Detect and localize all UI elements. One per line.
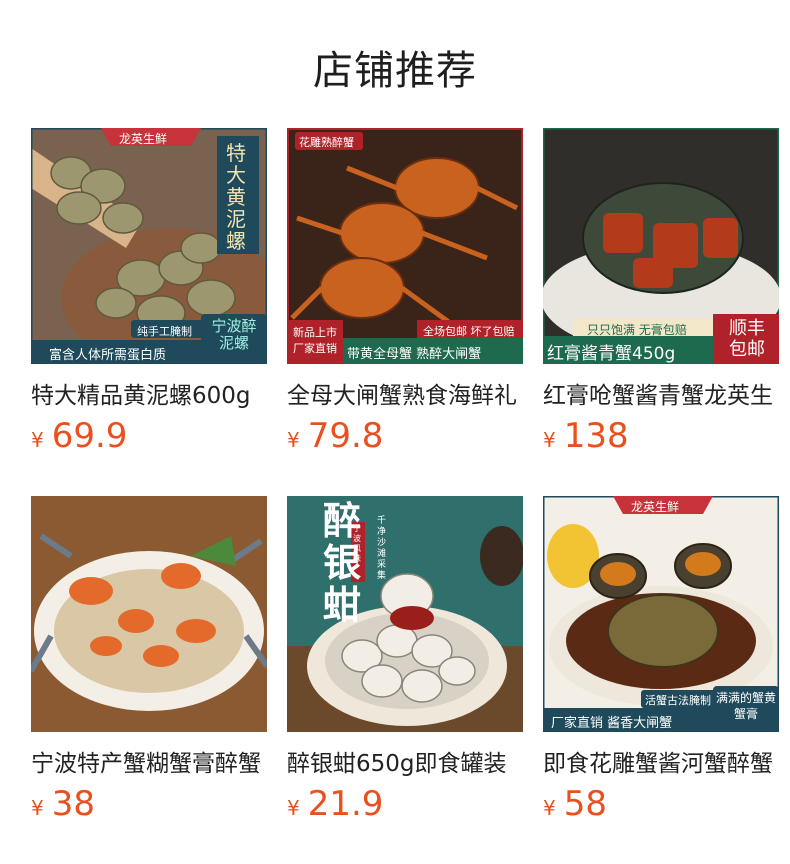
product-image[interactable]: 花雕熟醉蟹 全场包邮 坏了包赔 新品上市厂家直销 带黄全母蟹 熟醉大闸蟹	[287, 128, 523, 364]
promo-text: 全场包邮 坏了包赔	[423, 325, 515, 338]
product-price: ¥21.9	[287, 784, 523, 824]
price-value: 138	[563, 416, 629, 456]
page-title: 店铺推荐	[313, 48, 477, 94]
product-card[interactable]: 宁波特产蟹糊蟹膏醉蟹 ¥38	[31, 496, 267, 824]
currency-symbol: ¥	[31, 796, 44, 820]
product-image-art	[31, 496, 267, 732]
product-name[interactable]: 特大精品黄泥螺600g	[31, 376, 267, 410]
product-name[interactable]: 宁波特产蟹糊蟹膏醉蟹	[31, 744, 267, 778]
bottom-banner: 红膏酱青蟹450g	[547, 344, 676, 364]
product-image[interactable]	[31, 496, 267, 732]
badge-text: 活蟹古法腌制	[645, 694, 711, 707]
seal-text: 宁波风味	[353, 524, 361, 563]
product-name[interactable]: 红膏呛蟹酱青蟹龙英生	[543, 376, 779, 410]
product-image[interactable]: 只只饱满 无膏包赔 红膏酱青蟹450g 顺丰包邮	[543, 128, 779, 364]
shipping-badge: 顺丰包邮	[729, 318, 765, 360]
price-value: 69.9	[51, 416, 128, 456]
product-image[interactable]: 龙英生鲜 特大黄泥螺 纯手工腌制 宁波醉泥螺 富含人体所需蛋白质	[31, 128, 267, 364]
product-price: ¥79.8	[287, 416, 523, 456]
product-name[interactable]: 醉银蚶650g即食罐装	[287, 744, 523, 778]
product-image[interactable]: 醉银蚶 宁波风味 千净沙滩采集	[287, 496, 523, 732]
currency-symbol: ¥	[543, 428, 556, 452]
price-value: 38	[51, 784, 95, 824]
side-text: 特大黄泥螺	[226, 141, 246, 253]
currency-symbol: ¥	[287, 428, 300, 452]
brand-label: 龙英生鲜	[119, 132, 168, 146]
brand-label: 龙英生鲜	[631, 500, 680, 514]
sub-text: 千净沙滩采集	[377, 516, 387, 581]
product-name[interactable]: 全母大闸蟹熟食海鲜礼	[287, 376, 523, 410]
product-name[interactable]: 即食花雕蟹酱河蟹醉蟹	[543, 744, 779, 778]
product-card[interactable]: 龙英生鲜 活蟹古法腌制 满满的蟹黄蟹膏 厂家直销 酱香大闸蟹 即食花雕蟹酱河蟹醉…	[543, 496, 779, 824]
bottom-banner: 厂家直销 酱香大闸蟹	[551, 716, 673, 731]
promo-text: 只只饱满 无膏包赔	[587, 323, 687, 337]
product-price: ¥138	[543, 416, 779, 456]
bottom-banner: 带黄全母蟹 熟醉大闸蟹	[347, 347, 482, 362]
currency-symbol: ¥	[287, 796, 300, 820]
badge-text: 满满的蟹黄蟹膏	[715, 691, 776, 721]
product-price: ¥58	[543, 784, 779, 824]
left-tag: 新品上市厂家直销	[293, 326, 337, 355]
product-price: ¥38	[31, 784, 267, 824]
image-label: 花雕熟醉蟹	[299, 136, 354, 149]
badge-text: 宁波醉泥螺	[211, 317, 257, 352]
price-value: 79.8	[307, 416, 384, 456]
product-card[interactable]: 只只饱满 无膏包赔 红膏酱青蟹450g 顺丰包邮 红膏呛蟹酱青蟹龙英生 ¥138	[543, 128, 779, 456]
badge-text: 纯手工腌制	[137, 325, 192, 338]
product-price: ¥69.9	[31, 416, 267, 456]
product-card[interactable]: 花雕熟醉蟹 全场包邮 坏了包赔 新品上市厂家直销 带黄全母蟹 熟醉大闸蟹 全母大…	[287, 128, 523, 456]
price-value: 21.9	[307, 784, 384, 824]
price-value: 58	[563, 784, 607, 824]
currency-symbol: ¥	[31, 428, 44, 452]
product-card[interactable]: 醉银蚶 宁波风味 千净沙滩采集 醉银蚶650g即食罐装 ¥21.9	[287, 496, 523, 824]
bottom-banner: 富含人体所需蛋白质	[49, 348, 167, 363]
product-card[interactable]: 龙英生鲜 特大黄泥螺 纯手工腌制 宁波醉泥螺 富含人体所需蛋白质 特大精品黄泥螺…	[31, 128, 267, 456]
product-image[interactable]: 龙英生鲜 活蟹古法腌制 满满的蟹黄蟹膏 厂家直销 酱香大闸蟹	[543, 496, 779, 732]
currency-symbol: ¥	[543, 796, 556, 820]
